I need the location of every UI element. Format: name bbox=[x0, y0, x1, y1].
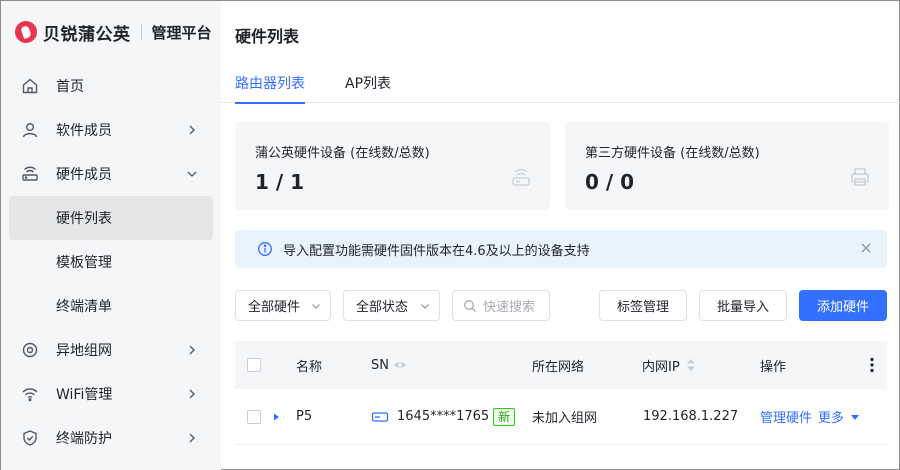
tab-bar: 路由器列表 AP列表 bbox=[221, 63, 900, 104]
wifi-icon bbox=[21, 385, 39, 403]
search-placeholder: 快速搜索 bbox=[483, 300, 536, 315]
shield-icon bbox=[21, 429, 39, 447]
more-vertical-icon[interactable] bbox=[865, 357, 879, 373]
chevron-right-icon bbox=[189, 389, 195, 399]
batch-import-button[interactable]: 批量导入 bbox=[699, 290, 787, 321]
search-input[interactable]: 快速搜索 bbox=[452, 290, 550, 321]
sidebar-item-remote-network[interactable]: 异地组网 bbox=[1, 328, 221, 372]
sidebar-item-software-members[interactable]: 软件成员 bbox=[1, 108, 221, 152]
user-icon bbox=[21, 121, 39, 139]
sidebar-item-label: 硬件成员 bbox=[56, 167, 112, 183]
router-outline-icon bbox=[512, 169, 530, 186]
brand-name: 贝锐蒲公英 bbox=[43, 24, 131, 45]
column-header-action: 操作 bbox=[760, 359, 787, 375]
sidebar-nav: 首页 软件成员 硬件成员 硬件列表 模板管理 终端清单 异地组网 WiFi管理 … bbox=[1, 64, 221, 460]
stat-card-label: 第三方硬件设备 (在线数/总数) bbox=[585, 146, 760, 161]
column-header-sn: SN bbox=[371, 341, 407, 389]
sort-icon[interactable] bbox=[686, 358, 696, 372]
row-sn: 1645****1765 bbox=[397, 409, 490, 424]
brand-divider bbox=[140, 24, 142, 40]
stat-card-third-party-hardware: 第三方硬件设备 (在线数/总数) 0 / 0 bbox=[565, 122, 889, 210]
more-actions-link[interactable]: 更多 bbox=[818, 407, 844, 426]
sidebar-item-label: 模板管理 bbox=[56, 255, 112, 271]
tab-router-list[interactable]: 路由器列表 bbox=[235, 73, 305, 104]
sidebar-item-label: 硬件列表 bbox=[56, 211, 112, 227]
network-icon bbox=[21, 341, 39, 359]
search-icon bbox=[464, 299, 476, 312]
chevron-right-icon bbox=[189, 433, 195, 443]
sidebar-item-label: 首页 bbox=[56, 79, 84, 95]
tab-ap-list[interactable]: AP列表 bbox=[345, 73, 391, 103]
manage-hardware-link[interactable]: 管理硬件 bbox=[760, 407, 812, 426]
sidebar-item-terminal-list[interactable]: 终端清单 bbox=[1, 284, 221, 328]
printer-icon bbox=[851, 168, 869, 186]
brand-subtitle: 管理平台 bbox=[151, 23, 212, 42]
status-filter-select[interactable]: 全部状态 bbox=[343, 290, 440, 321]
brand: 贝锐蒲公英 管理平台 bbox=[15, 19, 212, 45]
sidebar-item-terminal-protection[interactable]: 终端防护 bbox=[1, 416, 221, 460]
info-icon bbox=[258, 242, 272, 256]
add-hardware-button[interactable]: 添加硬件 bbox=[799, 290, 887, 321]
chevron-down-icon bbox=[421, 304, 429, 309]
sidebar-item-template-management[interactable]: 模板管理 bbox=[1, 240, 221, 284]
sidebar-item-hardware-members[interactable]: 硬件成员 bbox=[1, 152, 221, 196]
column-header-network: 所在网络 bbox=[532, 359, 585, 375]
sidebar-item-label: 软件成员 bbox=[56, 123, 112, 139]
row-ip: 192.168.1.227 bbox=[643, 409, 739, 424]
sidebar-item-hardware-list[interactable]: 硬件列表 bbox=[9, 196, 213, 240]
page-title: 硬件列表 bbox=[235, 27, 300, 46]
row-sn-cell: 1645****1765 新 bbox=[371, 389, 516, 444]
app-window: 贝锐蒲公英 管理平台 首页 软件成员 硬件成员 硬件列表 模板管理 终端清单 异… bbox=[0, 0, 900, 470]
chevron-down-icon bbox=[312, 304, 320, 309]
select-value: 全部硬件 bbox=[248, 300, 301, 315]
eye-icon[interactable] bbox=[393, 358, 407, 372]
sidebar-item-label: WiFi管理 bbox=[56, 387, 113, 403]
stat-card-label: 蒲公英硬件设备 (在线数/总数) bbox=[255, 146, 430, 161]
alert-text: 导入配置功能需硬件固件版本在4.6及以上的设备支持 bbox=[283, 243, 590, 259]
row-network: 未加入组网 bbox=[532, 411, 598, 426]
chevron-right-icon bbox=[189, 345, 195, 355]
tag-management-button[interactable]: 标签管理 bbox=[599, 290, 687, 321]
home-icon bbox=[21, 77, 39, 95]
row-actions: 管理硬件 更多 bbox=[760, 389, 860, 444]
column-header-ip: 内网IP bbox=[642, 341, 696, 389]
stat-card-value: 1 / 1 bbox=[255, 170, 305, 194]
sidebar: 贝锐蒲公英 管理平台 首页 软件成员 硬件成员 硬件列表 模板管理 终端清单 异… bbox=[1, 1, 221, 470]
table-header: 名称 SN 所在网络 内网IP 操作 bbox=[235, 341, 887, 389]
row-checkbox[interactable] bbox=[247, 409, 261, 424]
new-badge: 新 bbox=[493, 407, 516, 426]
select-value: 全部状态 bbox=[356, 300, 409, 315]
router-device-icon bbox=[371, 411, 389, 422]
column-header-label: 内网IP bbox=[642, 359, 680, 375]
sidebar-item-wifi-management[interactable]: WiFi管理 bbox=[1, 372, 221, 416]
expand-row-icon[interactable] bbox=[271, 412, 281, 422]
stat-card-value: 0 / 0 bbox=[585, 170, 635, 194]
chevron-right-icon bbox=[189, 125, 195, 135]
sidebar-item-label: 终端清单 bbox=[56, 299, 112, 315]
column-header-label: SN bbox=[371, 357, 389, 373]
caret-down-icon[interactable] bbox=[850, 412, 860, 422]
column-header-name: 名称 bbox=[296, 359, 323, 375]
stat-card-pgy-hardware: 蒲公英硬件设备 (在线数/总数) 1 / 1 bbox=[235, 122, 550, 210]
logo-icon bbox=[15, 21, 37, 43]
info-alert: 导入配置功能需硬件固件版本在4.6及以上的设备支持 bbox=[235, 230, 887, 268]
close-icon[interactable] bbox=[859, 241, 873, 255]
sidebar-item-label: 异地组网 bbox=[56, 343, 112, 359]
router-icon bbox=[21, 165, 39, 183]
chevron-down-icon bbox=[187, 171, 197, 177]
hardware-filter-select[interactable]: 全部硬件 bbox=[235, 290, 331, 321]
row-name: P5 bbox=[296, 409, 313, 424]
sidebar-item-home[interactable]: 首页 bbox=[1, 64, 221, 108]
table-row: P5 1645****1765 新 未加入组网 192.168.1.227 管理… bbox=[235, 389, 887, 445]
select-all-checkbox[interactable] bbox=[247, 358, 261, 372]
main-content: 硬件列表 路由器列表 AP列表 蒲公英硬件设备 (在线数/总数) 1 / 1 第… bbox=[221, 1, 900, 470]
sidebar-item-label: 终端防护 bbox=[56, 431, 112, 447]
